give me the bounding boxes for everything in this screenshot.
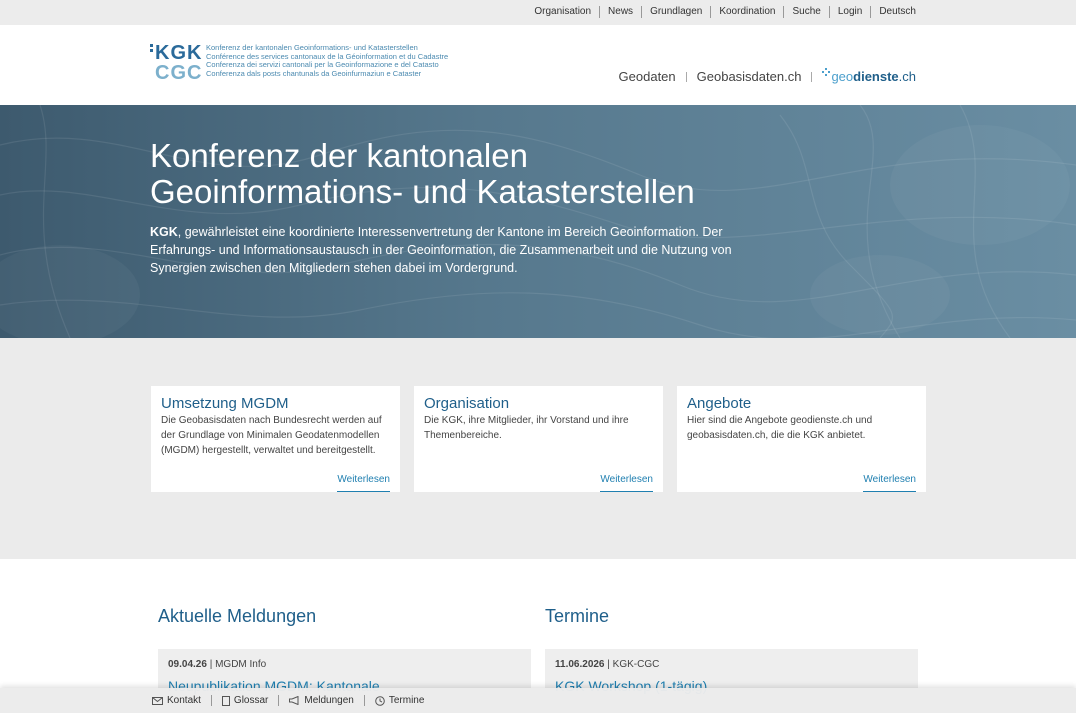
logo-kgk: KGK bbox=[155, 42, 203, 64]
topnav-koordination[interactable]: Koordination bbox=[710, 6, 783, 18]
topnav-suche[interactable]: Suche bbox=[783, 6, 828, 18]
site-header: KGK CGC Konferenz der kantonalen Geoinfo… bbox=[0, 25, 1076, 105]
news-meta: 09.04.26 | MGDM Info bbox=[168, 659, 521, 670]
sticky-bottom-bar: Kontakt Glossar Meldungen Termine bbox=[0, 688, 1076, 713]
logo-line-rm: Conferenza dals posts chantunals da Geoi… bbox=[206, 68, 422, 78]
hero-title-line2: Geoinformations- und Katasterstellen bbox=[150, 173, 695, 210]
nav-geodienste[interactable]: geodienste.ch bbox=[822, 68, 916, 84]
events-heading: Termine bbox=[545, 606, 610, 626]
news-date: 09.04.26 bbox=[168, 659, 207, 670]
envelope-icon bbox=[152, 696, 163, 705]
clock-icon bbox=[375, 695, 385, 706]
news-category: | MGDM Info bbox=[206, 659, 267, 670]
topnav-news[interactable]: News bbox=[599, 6, 641, 18]
topnav-organisation[interactable]: Organisation bbox=[526, 6, 599, 18]
bottom-glossar-label: Glossar bbox=[233, 695, 269, 706]
card-text: Die KGK, ihre Mitglieder, ihr Vorstand u… bbox=[424, 415, 629, 441]
card-angebote: Angebote Hier sind die Angebote geodiens… bbox=[677, 386, 926, 492]
hero-lead-bold: KGK bbox=[150, 225, 178, 239]
logo-cgc: CGC bbox=[155, 62, 203, 84]
news-heading: Aktuelle Meldungen bbox=[158, 606, 317, 626]
hero-banner: Konferenz der kantonalen Geoinformations… bbox=[0, 105, 1076, 338]
document-icon bbox=[221, 695, 230, 706]
kgk-logo[interactable]: KGK CGC Konferenz der kantonalen Geoinfo… bbox=[150, 42, 448, 86]
card-title[interactable]: Angebote bbox=[687, 395, 916, 412]
card-read-more-link[interactable]: Weiterlesen bbox=[600, 474, 653, 492]
bottom-meldungen-label: Meldungen bbox=[304, 695, 354, 706]
bottom-kontakt-label: Kontakt bbox=[167, 695, 201, 706]
bottom-glossar[interactable]: Glossar bbox=[210, 695, 278, 706]
card-organisation: Organisation Die KGK, ihre Mitglieder, i… bbox=[414, 386, 663, 492]
bottom-meldungen[interactable]: Meldungen bbox=[278, 695, 363, 706]
card-title[interactable]: Organisation bbox=[424, 395, 653, 412]
geodienste-dots-icon bbox=[822, 68, 831, 76]
geodienste-suffix: .ch bbox=[898, 69, 916, 84]
bottom-termine-label: Termine bbox=[388, 695, 425, 706]
nav-divider bbox=[811, 71, 813, 82]
teaser-section: Umsetzung MGDM Die Geobasisdaten nach Bu… bbox=[0, 338, 1076, 559]
main-navigation: Geodaten Geobasisdaten.ch geodienste.ch bbox=[619, 68, 916, 84]
hero-lead-text: , gewährleistet eine koordinierte Intere… bbox=[150, 225, 732, 275]
event-category: | KGK-CGC bbox=[604, 659, 660, 670]
event-meta: 11.06.2026 | KGK-CGC bbox=[555, 659, 908, 670]
geodienste-prefix: geo bbox=[831, 69, 854, 84]
hero-lead: KGK, gewährleistet eine koordinierte Int… bbox=[150, 223, 790, 277]
top-navigation: Organisation News Grundlagen Koordinatio… bbox=[526, 6, 916, 18]
logo-text: Konferenz der kantonalen Geoinformations… bbox=[206, 42, 448, 86]
bottom-kontakt[interactable]: Kontakt bbox=[152, 695, 211, 706]
hero-title: Konferenz der kantonalen Geoinformations… bbox=[150, 138, 695, 210]
card-text: Die Geobasisdaten nach Bundesrecht werde… bbox=[161, 415, 382, 456]
megaphone-icon bbox=[289, 696, 299, 705]
event-date: 11.06.2026 bbox=[555, 659, 605, 670]
card-title[interactable]: Umsetzung MGDM bbox=[161, 395, 390, 412]
bottom-termine[interactable]: Termine bbox=[363, 695, 435, 706]
card-umsetzung-mgdm: Umsetzung MGDM Die Geobasisdaten nach Bu… bbox=[151, 386, 400, 492]
nav-geobasisdaten[interactable]: Geobasisdaten.ch bbox=[697, 69, 802, 84]
topnav-grundlagen[interactable]: Grundlagen bbox=[641, 6, 710, 18]
top-utility-bar: Organisation News Grundlagen Koordinatio… bbox=[0, 0, 1076, 25]
nav-divider bbox=[685, 71, 687, 82]
card-text: Hier sind die Angebote geodienste.ch und… bbox=[687, 415, 873, 441]
logo-mark: KGK CGC bbox=[150, 42, 204, 86]
topnav-login[interactable]: Login bbox=[828, 6, 870, 18]
hero-title-line1: Konferenz der kantonalen bbox=[150, 137, 528, 174]
topnav-language[interactable]: Deutsch bbox=[870, 6, 916, 18]
geodienste-bold: dienste bbox=[853, 69, 899, 84]
card-read-more-link[interactable]: Weiterlesen bbox=[337, 474, 390, 492]
nav-geodaten[interactable]: Geodaten bbox=[619, 69, 676, 84]
card-read-more-link[interactable]: Weiterlesen bbox=[863, 474, 916, 492]
